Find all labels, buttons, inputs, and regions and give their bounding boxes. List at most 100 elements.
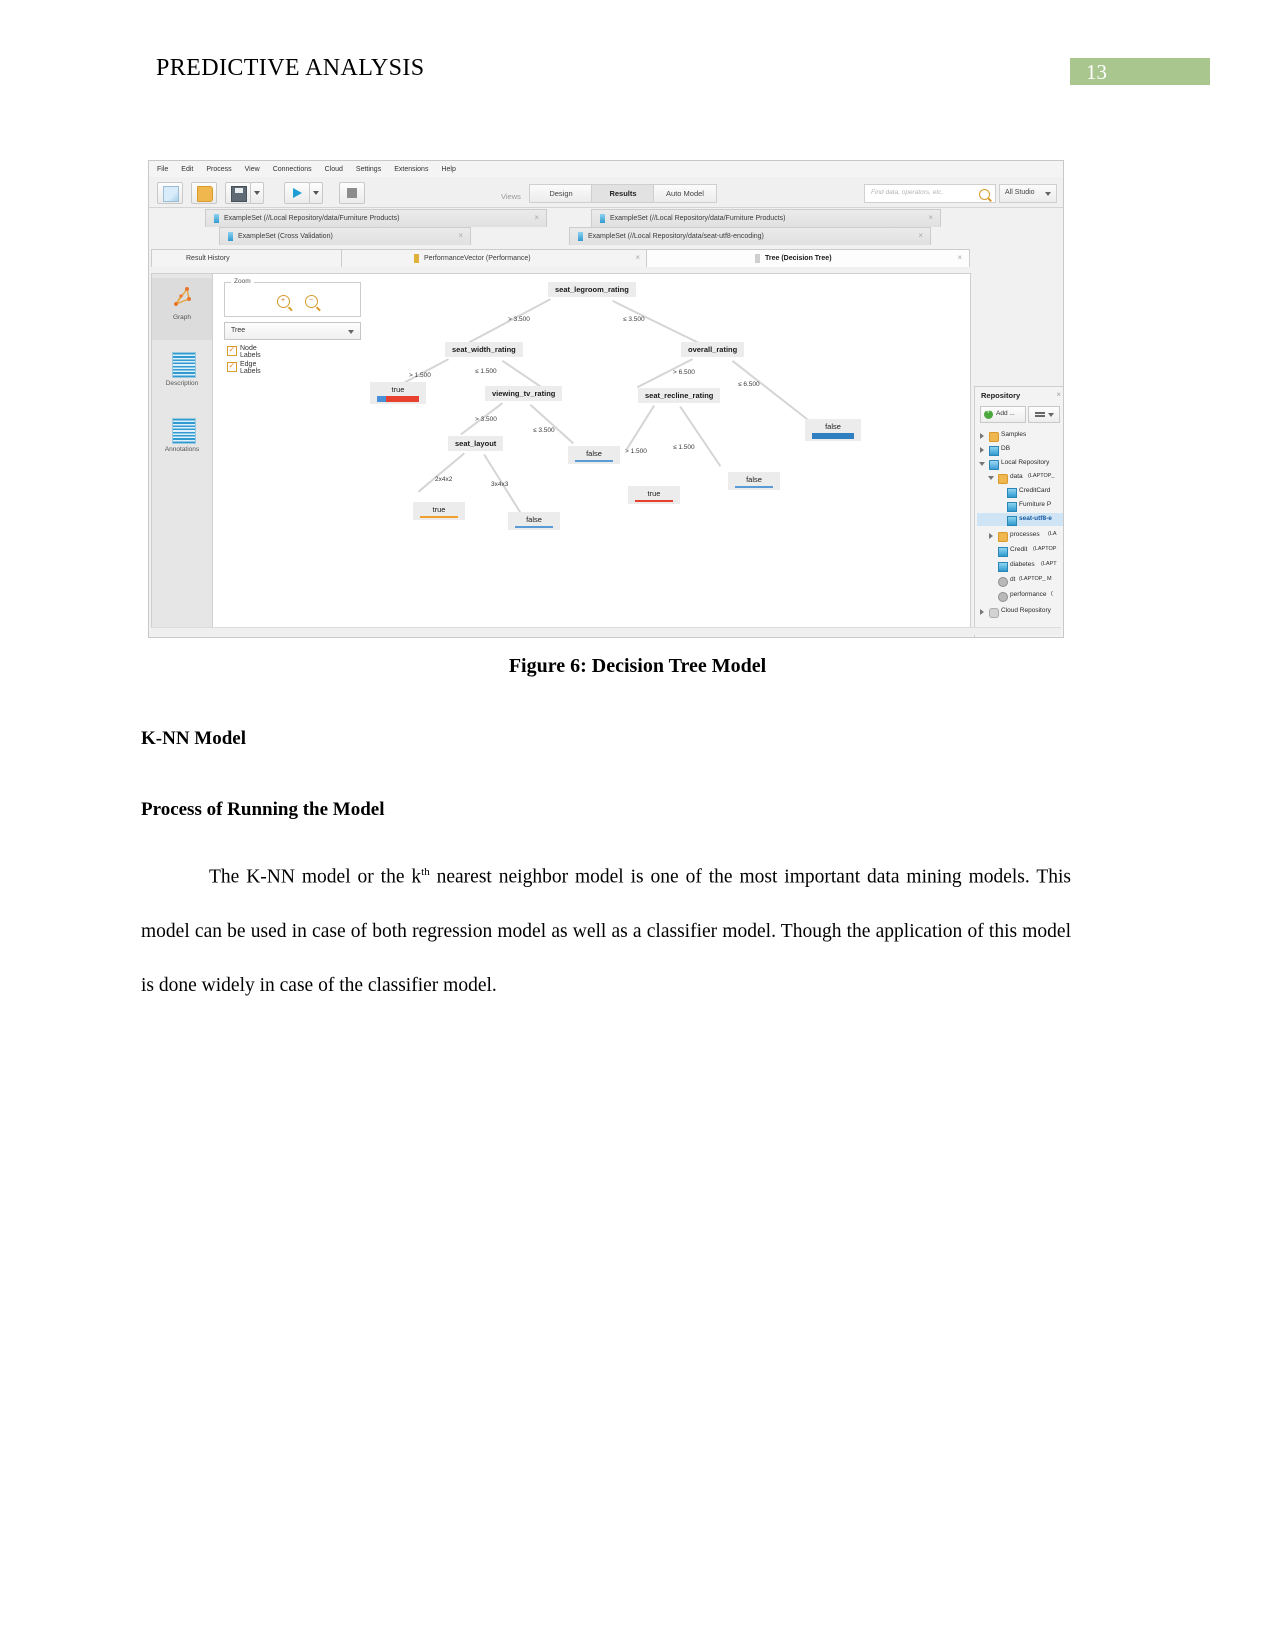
tree-edge-label: 3x4x3 xyxy=(491,481,509,488)
tab-design[interactable]: Design xyxy=(529,184,593,203)
close-icon[interactable]: × xyxy=(1056,390,1061,399)
tree-node-leaf[interactable]: false xyxy=(728,472,780,490)
repo-item-label: data xyxy=(1010,473,1023,480)
tree-node-split[interactable]: seat_width_rating xyxy=(445,342,523,357)
repository-add-button[interactable]: Add ... xyxy=(980,406,1026,423)
tree-node-leaf[interactable]: false xyxy=(805,419,861,441)
tree-node-split[interactable]: seat_recline_rating xyxy=(638,388,721,403)
dataset-icon xyxy=(1007,501,1017,512)
doc-tab-result-history[interactable]: Result History xyxy=(151,249,343,267)
tab-auto-model[interactable]: Auto Model xyxy=(653,184,717,203)
tree-node-split[interactable]: viewing_tv_rating xyxy=(485,386,563,401)
rail-label-graph: Graph xyxy=(172,314,192,321)
repo-item-seat-utf8-encoding[interactable]: seat-utf8-e xyxy=(977,513,1063,526)
repo-item-local-repository[interactable]: Local Repository xyxy=(977,457,1063,470)
repo-item-label: performance xyxy=(1010,591,1047,598)
tree-edge-label: > 1.500 xyxy=(625,448,647,455)
rail-item-annotations[interactable]: Annotations xyxy=(152,410,212,472)
repo-item-suffix: (LAPT xyxy=(1041,561,1057,567)
tree-node-leaf[interactable]: true xyxy=(370,382,426,404)
doc-tab-exampleset-cross-validation[interactable]: ExampleSet (Cross Validation) × xyxy=(219,227,471,245)
leaf-distribution-bar xyxy=(735,486,773,488)
close-icon[interactable]: × xyxy=(534,214,539,222)
tree-edge-label: ≤ 1.500 xyxy=(673,444,695,451)
run-process-button[interactable] xyxy=(284,182,310,204)
menu-item-view[interactable]: View xyxy=(245,166,260,173)
tree-edge-label: ≤ 3.500 xyxy=(533,427,555,434)
repository-menu-button[interactable] xyxy=(1028,406,1060,423)
expand-triangle-icon[interactable] xyxy=(980,447,984,453)
mode-dropdown[interactable]: Tree xyxy=(224,322,361,340)
menu-item-help[interactable]: Help xyxy=(441,166,455,173)
menu-item-extensions[interactable]: Extensions xyxy=(394,166,428,173)
zoom-out-button[interactable]: − xyxy=(305,295,318,308)
tree-node-leaf[interactable]: false xyxy=(508,512,560,530)
plus-circle-icon xyxy=(984,407,993,419)
folder-open-icon xyxy=(197,186,213,202)
expand-triangle-icon[interactable] xyxy=(980,433,984,439)
menu-item-process[interactable]: Process xyxy=(206,166,231,173)
close-icon[interactable]: × xyxy=(458,232,463,240)
doc-tab-performance-vector[interactable]: PerformanceVector (Performance) × xyxy=(341,249,648,267)
rail-item-description[interactable]: Description xyxy=(152,344,212,406)
tree-leaf-label: true xyxy=(432,505,446,514)
expand-triangle-icon[interactable] xyxy=(989,533,993,539)
open-process-button[interactable] xyxy=(191,182,217,204)
run-dropdown-button[interactable] xyxy=(309,182,323,204)
repo-item-dt[interactable]: dt (LAPTOP_ M xyxy=(977,574,1063,587)
repo-item-suffix: (LAPTOP_ M xyxy=(1019,576,1052,582)
save-dropdown-button[interactable] xyxy=(250,182,264,204)
repo-item-cloud-repository[interactable]: Cloud Repository xyxy=(977,605,1063,618)
doc-tab-exampleset-furniture-2[interactable]: ExampleSet (//Local Repository/data/Furn… xyxy=(591,209,941,227)
tree-node-split[interactable]: overall_rating xyxy=(681,342,745,357)
dataset-icon xyxy=(214,214,219,223)
zoom-in-button[interactable]: + xyxy=(277,295,290,308)
repo-item-data[interactable]: data (LAPTOP_ xyxy=(977,471,1063,484)
body-paragraph: The K-NN model or the kth nearest neighb… xyxy=(141,845,1071,1013)
views-label: Views xyxy=(501,192,521,201)
tree-node-leaf[interactable]: true xyxy=(413,502,465,520)
close-icon[interactable]: × xyxy=(928,214,933,222)
cloud-icon xyxy=(989,607,999,618)
collapse-triangle-icon[interactable] xyxy=(979,462,985,469)
tree-node-leaf[interactable]: true xyxy=(628,486,680,504)
folder-icon xyxy=(998,531,1008,542)
save-process-button[interactable] xyxy=(225,182,251,204)
repo-item-diabetes[interactable]: diabetes (LAPT xyxy=(977,559,1063,572)
doc-tab-tree-decision-tree[interactable]: Tree (Decision Tree) × xyxy=(646,249,970,267)
menu-item-edit[interactable]: Edit xyxy=(181,166,193,173)
repo-item-furniture-products[interactable]: Furniture P xyxy=(977,499,1063,512)
repo-item-db[interactable]: DB xyxy=(977,443,1063,456)
repo-item-label: dt xyxy=(1010,576,1016,583)
close-icon[interactable]: × xyxy=(918,232,923,240)
doc-tab-exampleset-furniture-1[interactable]: ExampleSet (//Local Repository/data/Furn… xyxy=(205,209,547,227)
status-bar xyxy=(151,627,1061,635)
menu-item-cloud[interactable]: Cloud xyxy=(325,166,343,173)
tree-edge-label: > 1.500 xyxy=(409,372,431,379)
new-file-icon xyxy=(163,186,179,202)
repo-item-processes[interactable]: processes (LA xyxy=(977,529,1063,542)
tree-node-leaf[interactable]: false xyxy=(568,446,620,464)
new-process-button[interactable] xyxy=(157,182,183,204)
tree-node-split[interactable]: seat_layout xyxy=(448,436,504,451)
repo-item-creditcard[interactable]: CreditCard xyxy=(977,485,1063,498)
repository-title: Repository xyxy=(981,391,1021,400)
rail-item-graph[interactable]: Graph xyxy=(152,278,212,340)
repo-item-credit[interactable]: Credit (LAPTOP xyxy=(977,544,1063,557)
menu-item-settings[interactable]: Settings xyxy=(356,166,381,173)
process-icon xyxy=(998,591,1008,602)
repo-item-performance[interactable]: performance ( xyxy=(977,589,1063,602)
expand-triangle-icon[interactable] xyxy=(980,609,984,615)
search-input[interactable]: Find data, operators, etc. xyxy=(864,184,996,203)
repo-item-samples[interactable]: Samples xyxy=(977,429,1063,442)
close-icon[interactable]: × xyxy=(635,254,640,262)
tree-node-split[interactable]: seat_legroom_rating xyxy=(548,282,636,297)
stop-process-button[interactable] xyxy=(339,182,365,204)
doc-tab-exampleset-seat-utf8[interactable]: ExampleSet (//Local Repository/data/seat… xyxy=(569,227,931,245)
close-icon[interactable]: × xyxy=(957,254,962,262)
menu-item-file[interactable]: File xyxy=(157,166,168,173)
collapse-triangle-icon[interactable] xyxy=(988,476,994,483)
studio-scope-dropdown[interactable]: All Studio xyxy=(999,184,1057,203)
tab-results[interactable]: Results xyxy=(591,184,655,203)
menu-item-connections[interactable]: Connections xyxy=(273,166,312,173)
